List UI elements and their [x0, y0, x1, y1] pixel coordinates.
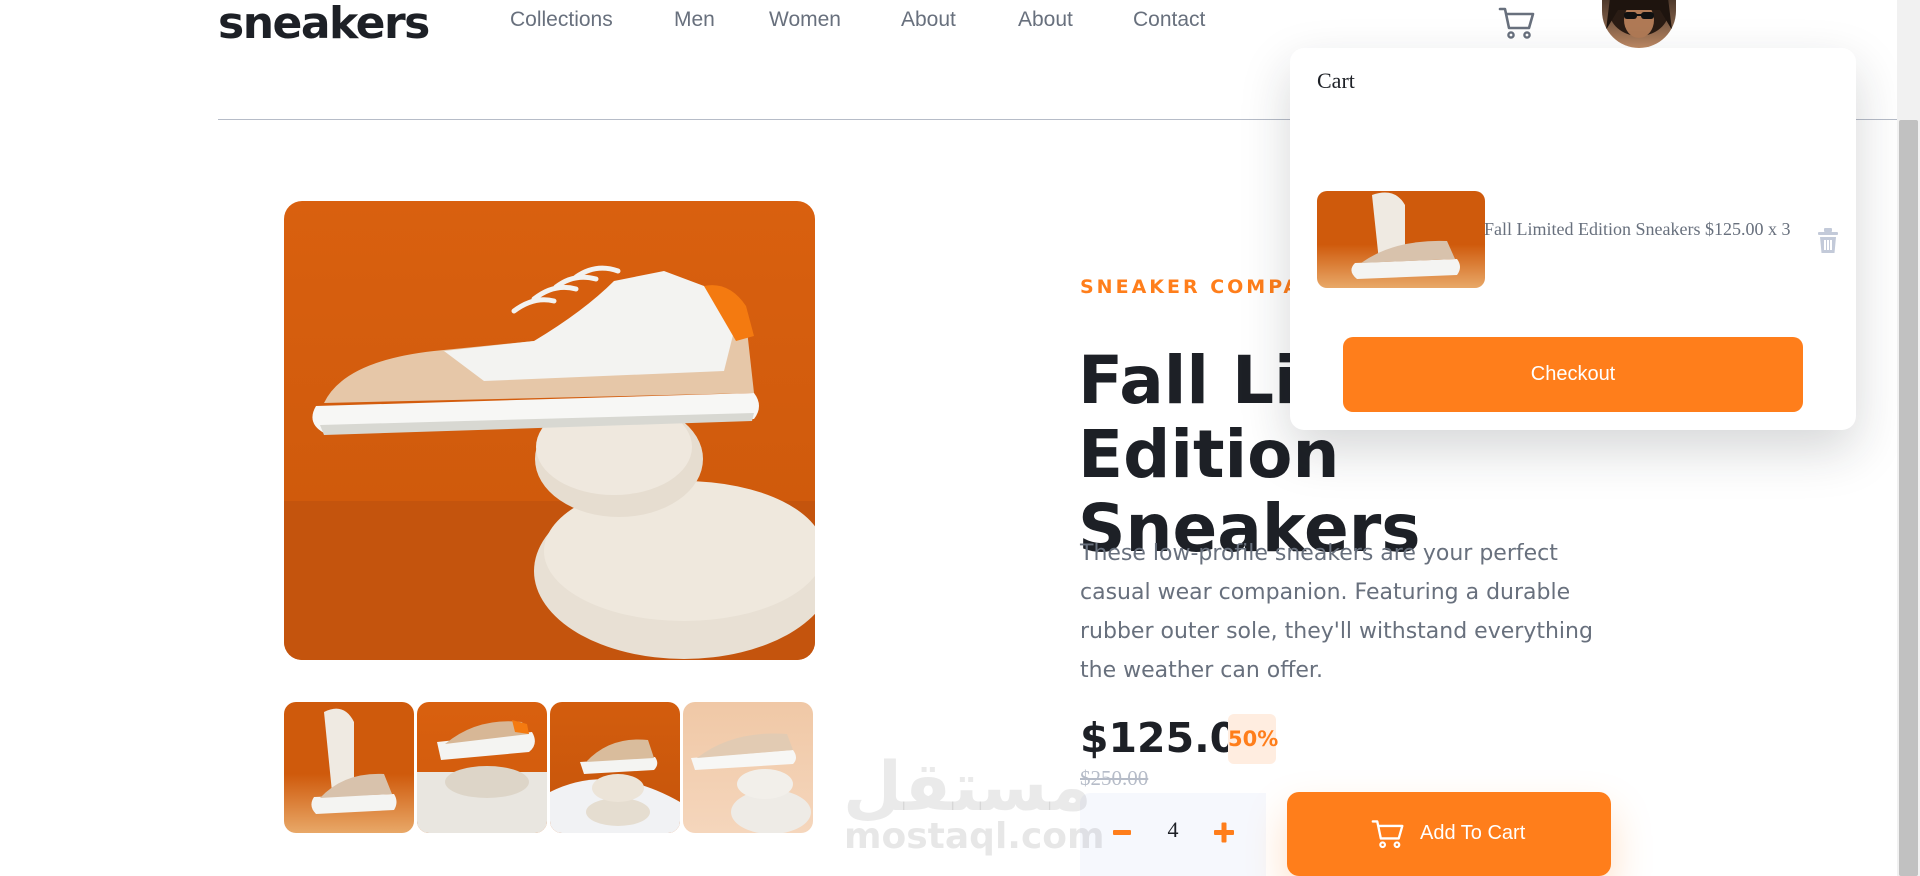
decrease-quantity-button[interactable] — [1104, 813, 1140, 853]
delete-item-button[interactable] — [1817, 228, 1839, 254]
brand-logo[interactable]: sneakers — [218, 0, 430, 49]
quantity-stepper: 4 — [1080, 793, 1266, 876]
thumbnail-1[interactable] — [284, 702, 414, 833]
thumbnail-3[interactable] — [550, 702, 680, 833]
nav-link-about-2[interactable]: About — [1018, 8, 1073, 32]
cart-item-thumbnail — [1317, 191, 1485, 288]
watermark-latin: mostaql.com — [844, 816, 1105, 857]
increase-quantity-button[interactable] — [1206, 813, 1242, 853]
cart-item-description: Fall Limited Edition Sneakers $125.00 x … — [1484, 219, 1791, 239]
thumbnail-2[interactable] — [417, 702, 547, 833]
nav-link-collections[interactable]: Collections — [510, 8, 613, 32]
nav-link-men[interactable]: Men — [674, 8, 715, 32]
cart-title: Cart — [1317, 68, 1355, 93]
discount-badge: 50% — [1228, 714, 1278, 764]
quantity-value[interactable]: 4 — [1140, 817, 1206, 843]
cart-icon — [1371, 820, 1404, 849]
main-product-image[interactable] — [284, 201, 815, 660]
add-to-cart-label: Add To Cart — [1420, 822, 1526, 844]
trash-icon — [1818, 228, 1838, 253]
nav-link-women[interactable]: Women — [769, 8, 841, 32]
cart-icon — [1498, 7, 1535, 39]
checkout-button[interactable]: Checkout — [1343, 337, 1803, 412]
cart-dropdown: Cart Fall Limited Edition Sneakers $125.… — [1290, 48, 1856, 430]
product-description: These low-profile sneakers are your perf… — [1080, 541, 1593, 683]
thumbnail-4[interactable] — [683, 702, 813, 833]
nav-link-contact[interactable]: Contact — [1133, 8, 1205, 32]
minus-icon — [1113, 830, 1131, 835]
nav-link-about[interactable]: About — [901, 8, 956, 32]
user-avatar[interactable] — [1602, 0, 1676, 48]
scrollbar-thumb[interactable] — [1899, 120, 1918, 876]
plus-icon — [1214, 822, 1234, 843]
cart-button[interactable] — [1498, 6, 1536, 40]
add-to-cart-button[interactable]: Add To Cart — [1287, 792, 1611, 876]
